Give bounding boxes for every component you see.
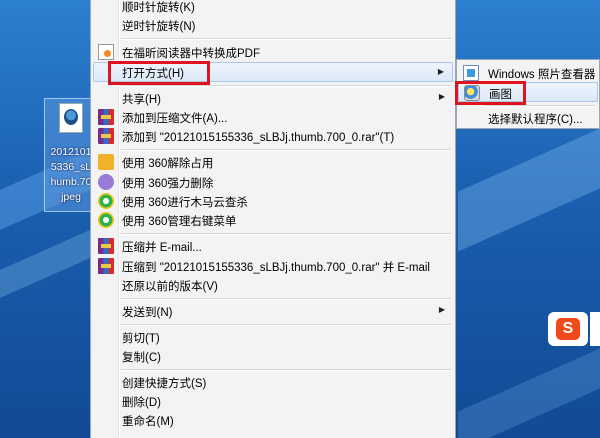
photo-viewer-icon <box>463 65 479 81</box>
winrar-icon <box>98 128 114 144</box>
submenu-item-windows-photo-viewer[interactable]: Windows 照片查看器 <box>458 63 598 83</box>
menu-separator <box>121 85 451 87</box>
desktop-file-icon[interactable]: 2012101 5336_sL humb.70 jpeg <box>44 98 96 212</box>
highlight-box-paint <box>455 81 526 105</box>
winrar-icon <box>98 258 114 274</box>
winrar-icon <box>98 109 114 125</box>
menu-item-compress-to-rar-email[interactable]: 压缩到 "20121015155336_sLBJj.thumb.700_0.ra… <box>93 256 453 276</box>
menu-item-cut[interactable]: 剪切(T) <box>93 327 453 347</box>
pdf-icon <box>98 44 114 60</box>
menu-item-rename[interactable]: 重命名(M) <box>93 410 453 430</box>
submenu-arrow-icon: ▶ <box>438 92 445 101</box>
submenu-arrow-icon: ▶ <box>438 305 445 314</box>
menu-separator <box>485 105 595 107</box>
menu-separator <box>121 38 451 40</box>
ime-mode-indicator[interactable] <box>590 312 600 346</box>
sogou-ime-icon[interactable]: S <box>548 312 588 346</box>
menu-item-rotate-ccw[interactable]: 逆时针旋转(N) <box>93 15 453 35</box>
highlight-box-open-with <box>108 61 210 85</box>
menu-item-delete[interactable]: 删除(D) <box>93 391 453 411</box>
menu-item-compress-email[interactable]: 压缩并 E-mail... <box>93 236 453 256</box>
menu-item-foxit-convert-pdf[interactable]: 在福昕阅读器中转换成PDF <box>93 42 453 62</box>
360-menu-icon <box>98 212 114 228</box>
360-delete-icon <box>98 174 114 190</box>
menu-item-add-to-archive[interactable]: 添加到压缩文件(A)... <box>93 107 453 127</box>
menu-item-360-trojan-scan[interactable]: 使用 360进行木马云查杀 <box>93 191 453 211</box>
360-unlock-icon <box>98 154 114 170</box>
360-scan-icon <box>98 193 114 209</box>
menu-item-restore-previous[interactable]: 还原以前的版本(V) <box>93 275 453 295</box>
context-menu: 顺时针旋转(K) 逆时针旋转(N) 在福昕阅读器中转换成PDF 打开方式(H) … <box>90 0 456 438</box>
menu-separator <box>121 149 451 151</box>
menu-item-copy[interactable]: 复制(C) <box>93 346 453 366</box>
menu-item-add-to-rar[interactable]: 添加到 "20121015155336_sLBJj.thumb.700_0.ra… <box>93 126 453 146</box>
submenu-item-choose-default[interactable]: 选择默认程序(C)... <box>458 108 598 128</box>
menu-separator <box>121 298 451 300</box>
submenu-arrow-icon: ▶ <box>437 67 444 76</box>
menu-item-create-shortcut[interactable]: 创建快捷方式(S) <box>93 372 453 392</box>
image-thumbnail-icon <box>59 103 83 133</box>
menu-separator <box>121 369 451 371</box>
menu-item-360-force-delete[interactable]: 使用 360强力删除 <box>93 172 453 192</box>
menu-item-send-to[interactable]: 发送到(N) ▶ <box>93 301 453 321</box>
menu-item-share[interactable]: 共享(H) ▶ <box>93 88 453 108</box>
menu-separator <box>121 324 451 326</box>
menu-item-360-manage-menu[interactable]: 使用 360管理右键菜单 <box>93 210 453 230</box>
menu-item-rotate-cw[interactable]: 顺时针旋转(K) <box>93 0 453 16</box>
menu-item-360-unlock[interactable]: 使用 360解除占用 <box>93 152 453 172</box>
winrar-icon <box>98 238 114 254</box>
desktop-file-label: 2012101 5336_sL humb.70 jpeg <box>50 146 92 203</box>
menu-separator <box>121 233 451 235</box>
